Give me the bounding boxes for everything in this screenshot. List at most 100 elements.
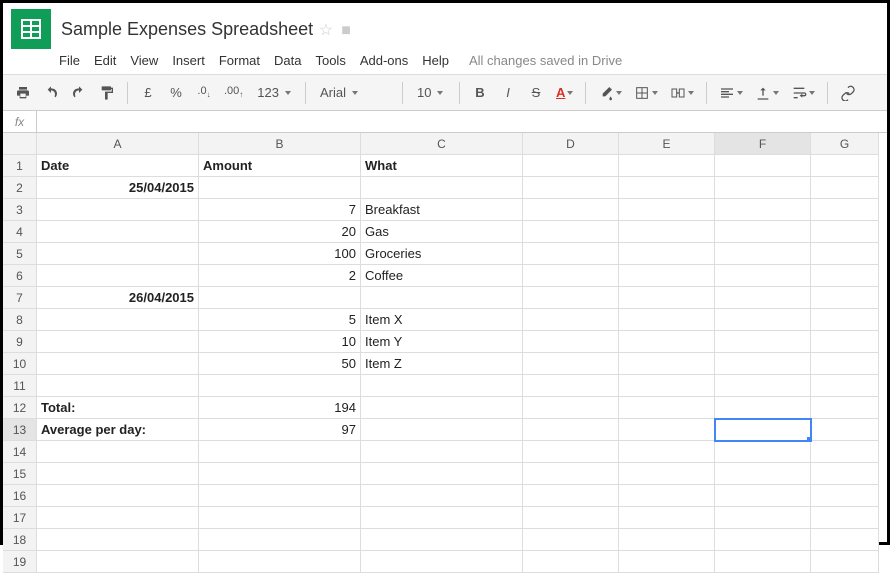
cell[interactable]: [811, 155, 879, 177]
cell[interactable]: [37, 485, 199, 507]
cell[interactable]: 7: [199, 199, 361, 221]
cell[interactable]: Breakfast: [361, 199, 523, 221]
strikethrough-button[interactable]: S: [524, 80, 548, 106]
cell[interactable]: [811, 551, 879, 573]
cell[interactable]: [715, 177, 811, 199]
cell[interactable]: [361, 529, 523, 551]
cell[interactable]: Gas: [361, 221, 523, 243]
cell[interactable]: [523, 243, 619, 265]
more-formats-dropdown[interactable]: 123: [251, 80, 297, 106]
cell[interactable]: [715, 507, 811, 529]
cell[interactable]: [361, 287, 523, 309]
row-header[interactable]: 4: [3, 221, 37, 243]
cell[interactable]: [715, 441, 811, 463]
sheets-logo[interactable]: [11, 9, 51, 49]
menu-format[interactable]: Format: [219, 53, 260, 68]
cell[interactable]: 100: [199, 243, 361, 265]
cell[interactable]: Date: [37, 155, 199, 177]
cell[interactable]: [715, 265, 811, 287]
cell[interactable]: [619, 199, 715, 221]
cell[interactable]: [361, 177, 523, 199]
row-header[interactable]: 10: [3, 353, 37, 375]
cell[interactable]: [619, 243, 715, 265]
cell[interactable]: [523, 177, 619, 199]
menu-tools[interactable]: Tools: [315, 53, 345, 68]
cell[interactable]: [199, 375, 361, 397]
cell[interactable]: [37, 463, 199, 485]
cell[interactable]: [523, 287, 619, 309]
cell[interactable]: [523, 331, 619, 353]
row-header[interactable]: 16: [3, 485, 37, 507]
vertical-align-button[interactable]: [751, 80, 783, 106]
cell[interactable]: [619, 265, 715, 287]
row-header[interactable]: 1: [3, 155, 37, 177]
bold-button[interactable]: B: [468, 80, 492, 106]
cell[interactable]: 2: [199, 265, 361, 287]
cell[interactable]: [361, 485, 523, 507]
cell[interactable]: [523, 463, 619, 485]
cell[interactable]: [715, 353, 811, 375]
cell[interactable]: [619, 375, 715, 397]
cell[interactable]: [715, 397, 811, 419]
cell[interactable]: [715, 375, 811, 397]
borders-button[interactable]: [630, 80, 662, 106]
cell[interactable]: [37, 309, 199, 331]
fill-color-button[interactable]: [594, 80, 626, 106]
cell[interactable]: [619, 309, 715, 331]
cell[interactable]: [619, 287, 715, 309]
cell[interactable]: 10: [199, 331, 361, 353]
menu-view[interactable]: View: [130, 53, 158, 68]
cell[interactable]: [37, 375, 199, 397]
cell[interactable]: [619, 397, 715, 419]
cell[interactable]: [619, 331, 715, 353]
cell[interactable]: [523, 309, 619, 331]
cell[interactable]: [37, 199, 199, 221]
cell[interactable]: [523, 441, 619, 463]
cell[interactable]: Item Z: [361, 353, 523, 375]
cell[interactable]: What: [361, 155, 523, 177]
cell[interactable]: [715, 287, 811, 309]
decrease-decimal-button[interactable]: .0↓: [192, 80, 216, 106]
cell[interactable]: 50: [199, 353, 361, 375]
cell[interactable]: Amount: [199, 155, 361, 177]
cell[interactable]: [523, 353, 619, 375]
cell[interactable]: [811, 441, 879, 463]
row-header[interactable]: 6: [3, 265, 37, 287]
cell[interactable]: [619, 419, 715, 441]
select-all-corner[interactable]: [3, 133, 37, 155]
cell[interactable]: [523, 221, 619, 243]
cell[interactable]: [523, 529, 619, 551]
cell[interactable]: [523, 485, 619, 507]
cell[interactable]: [811, 199, 879, 221]
cell[interactable]: [715, 331, 811, 353]
cell[interactable]: [811, 221, 879, 243]
row-header[interactable]: 7: [3, 287, 37, 309]
currency-button[interactable]: £: [136, 80, 160, 106]
cell[interactable]: [619, 155, 715, 177]
cell[interactable]: [619, 551, 715, 573]
cell[interactable]: [199, 463, 361, 485]
merge-cells-button[interactable]: [666, 80, 698, 106]
row-header[interactable]: 12: [3, 397, 37, 419]
menu-data[interactable]: Data: [274, 53, 301, 68]
cell[interactable]: [715, 199, 811, 221]
formula-input[interactable]: [37, 115, 887, 129]
cell[interactable]: Groceries: [361, 243, 523, 265]
cell[interactable]: [523, 507, 619, 529]
cell[interactable]: [715, 463, 811, 485]
spreadsheet-grid[interactable]: ABCDEFG1DateAmountWhat225/04/201537Break…: [3, 133, 887, 573]
row-header[interactable]: 19: [3, 551, 37, 573]
row-header[interactable]: 15: [3, 463, 37, 485]
cell[interactable]: [361, 463, 523, 485]
cell[interactable]: [37, 243, 199, 265]
menu-file[interactable]: File: [59, 53, 80, 68]
cell[interactable]: [199, 177, 361, 199]
column-header[interactable]: E: [619, 133, 715, 155]
cell[interactable]: [811, 243, 879, 265]
cell[interactable]: [715, 485, 811, 507]
undo-button[interactable]: [39, 80, 63, 106]
cell[interactable]: [619, 353, 715, 375]
cell[interactable]: [37, 221, 199, 243]
cell[interactable]: Total:: [37, 397, 199, 419]
cell[interactable]: [523, 265, 619, 287]
